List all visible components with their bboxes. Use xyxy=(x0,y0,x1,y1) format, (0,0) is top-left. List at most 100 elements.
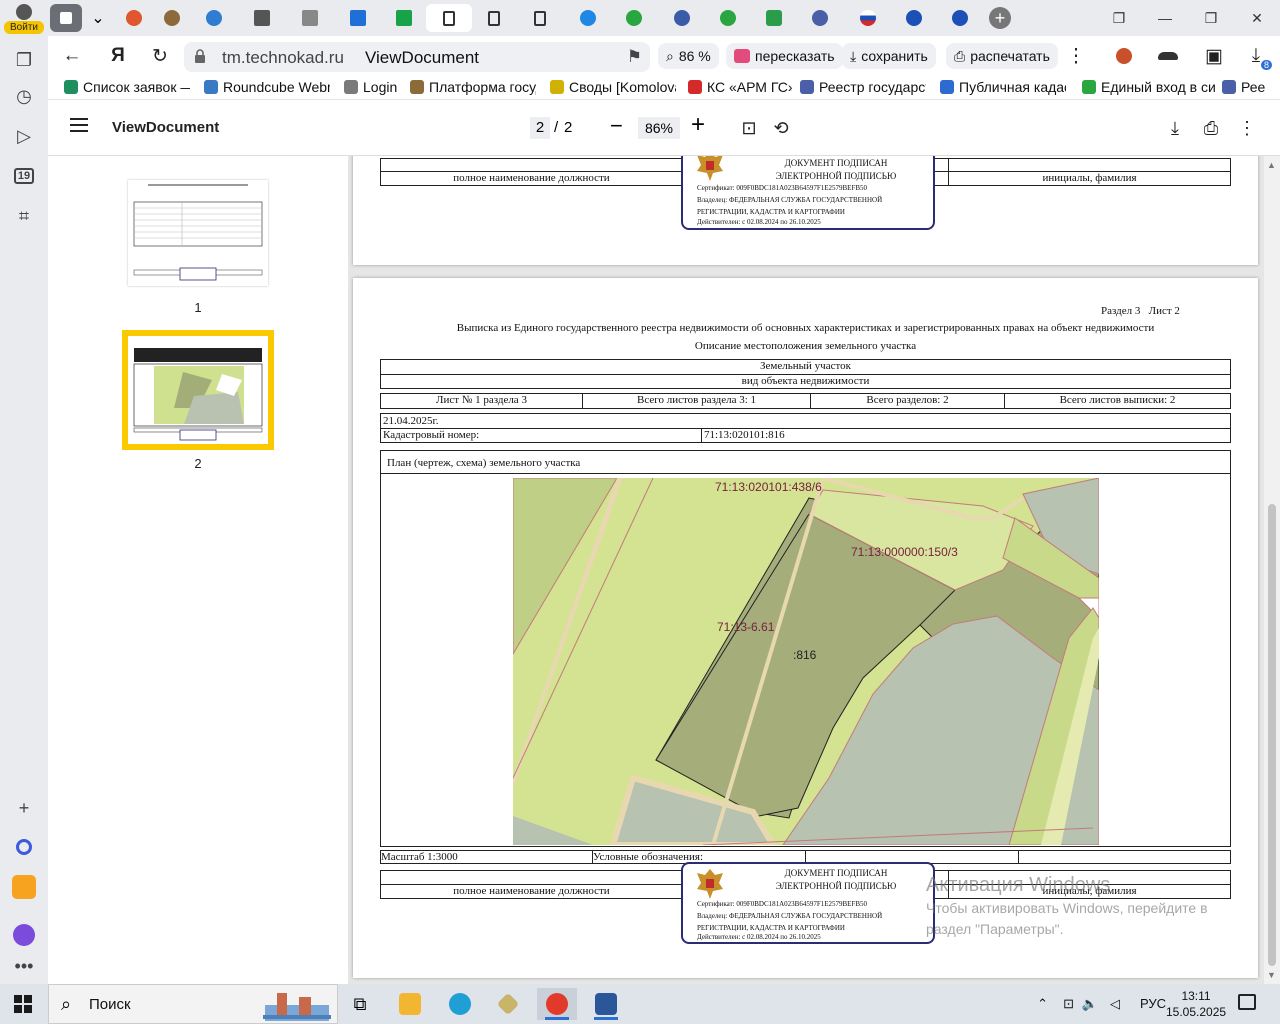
edge-icon[interactable] xyxy=(440,988,480,1020)
tab-audio[interactable] xyxy=(50,4,82,32)
download-icon[interactable]: ⤓ xyxy=(1164,117,1186,139)
volume-icon[interactable]: ◁ xyxy=(1110,996,1120,1012)
bookmark-item[interactable]: Список заявок — xyxy=(64,79,190,95)
zoom-input[interactable]: 86% xyxy=(638,117,680,139)
office-icon[interactable]: ▣ xyxy=(1202,44,1226,68)
tab-3[interactable] xyxy=(198,4,230,32)
video-icon[interactable]: ▷ xyxy=(8,120,40,152)
tab-17[interactable] xyxy=(852,4,884,32)
minimize-button[interactable]: — xyxy=(1142,0,1188,36)
bookmark-item[interactable]: Реестр государст xyxy=(800,79,926,95)
speaker-icon[interactable]: 🔈 xyxy=(1082,996,1098,1012)
tab-12[interactable] xyxy=(618,4,650,32)
thumbnail-page-1[interactable] xyxy=(128,180,268,286)
lock-icon xyxy=(195,49,205,63)
new-tab-button[interactable]: + xyxy=(984,4,1016,32)
tab-list-dropdown[interactable]: ⌄ xyxy=(82,4,114,32)
tab-10[interactable] xyxy=(524,4,556,32)
file-explorer-icon[interactable] xyxy=(390,988,430,1020)
page-number-input[interactable]: 2 xyxy=(530,117,550,139)
windows-start-button[interactable] xyxy=(14,995,32,1013)
retell-button[interactable]: пересказать xyxy=(726,43,843,69)
bookmark-item[interactable]: Login xyxy=(344,79,404,95)
close-window-button[interactable]: ✕ xyxy=(1234,0,1280,36)
tab-2[interactable] xyxy=(156,4,188,32)
bookmark-item[interactable]: Roundcube Webm xyxy=(204,79,330,95)
cadastral-map[interactable]: 71:13:020101:438/6 71:13:000000:150/3 71… xyxy=(513,478,1099,845)
thumbnail-preview xyxy=(133,184,263,281)
save-button[interactable]: ⤓ сохранить xyxy=(842,43,936,69)
assistant-icon[interactable] xyxy=(8,919,40,951)
bookmark-icon[interactable]: ⚑ xyxy=(627,47,642,67)
zoom-in-button[interactable]: + xyxy=(691,111,705,139)
profile-button[interactable]: Войти xyxy=(4,4,44,34)
yandex-browser-icon[interactable] xyxy=(537,988,577,1020)
more-vertical-icon[interactable]: ⋮ xyxy=(1064,44,1088,68)
back-icon[interactable]: ← xyxy=(60,44,84,68)
windows-taskbar: ⌕ Поиск ⧉ ⌃ ⊡ 🔈 ◁ РУС 13:11 15.05.2025 xyxy=(0,984,1280,1024)
reload-icon[interactable]: ↻ xyxy=(148,44,172,68)
chevron-up-icon[interactable]: ⌃ xyxy=(1037,996,1048,1012)
tab-19[interactable] xyxy=(944,4,976,32)
app-icon[interactable] xyxy=(488,988,528,1020)
print-icon[interactable]: ⎙ xyxy=(1200,117,1222,139)
more-icon[interactable]: ••• xyxy=(8,950,40,982)
tab-15[interactable] xyxy=(758,4,790,32)
bookmark-item[interactable]: Своды [Komolova xyxy=(550,79,676,95)
taskbar-search[interactable]: ⌕ Поиск xyxy=(48,984,338,1024)
thumbnail-page-2-selected[interactable] xyxy=(122,330,274,450)
task-view-icon[interactable]: ⧉ xyxy=(340,988,380,1020)
address-bar[interactable]: tm.technokad.ru ViewDocument ⚑ xyxy=(184,42,650,72)
downloads-icon[interactable]: ⤓ 8 xyxy=(1244,44,1272,70)
network-icon[interactable]: ⊡ xyxy=(1063,996,1074,1012)
tab-9[interactable] xyxy=(478,4,510,32)
tab-16[interactable] xyxy=(804,4,836,32)
rotate-icon[interactable]: ⟲ xyxy=(770,117,792,139)
tab-11[interactable] xyxy=(572,4,604,32)
scroll-up-icon[interactable]: ▲ xyxy=(1267,160,1276,170)
zoom-badge[interactable]: ⌕ 86 % xyxy=(658,43,719,69)
taskbar-clock[interactable]: 13:11 15.05.2025 xyxy=(1166,988,1226,1020)
tab-1[interactable] xyxy=(118,4,150,32)
notifications-icon[interactable] xyxy=(1238,994,1256,1010)
more-vertical-icon[interactable]: ⋮ xyxy=(1236,117,1258,139)
tab-18[interactable] xyxy=(898,4,930,32)
viewer-scrollbar[interactable]: ▲ ▼ xyxy=(1264,156,1280,984)
hat-icon[interactable] xyxy=(1156,44,1180,68)
tab-manager-icon[interactable]: ❐ xyxy=(1096,0,1142,36)
bookmark-item[interactable]: Публичная кадаст xyxy=(940,79,1066,95)
tab-13[interactable] xyxy=(666,4,698,32)
mail-icon[interactable] xyxy=(8,871,40,903)
tab-4[interactable] xyxy=(246,4,278,32)
add-panel-icon[interactable]: + xyxy=(8,792,40,824)
tab-5[interactable] xyxy=(294,4,326,32)
tab-strip: ⌄ + ❐ — ❐ ✕ xyxy=(48,0,1280,36)
tab-6[interactable] xyxy=(342,4,374,32)
tab-14[interactable] xyxy=(712,4,744,32)
yandex-icon[interactable]: Я xyxy=(106,44,130,68)
tab-7[interactable] xyxy=(388,4,420,32)
extension-icon[interactable] xyxy=(1112,44,1136,68)
calendar-icon[interactable]: 19 xyxy=(8,160,40,192)
scroll-down-icon[interactable]: ▼ xyxy=(1267,970,1276,980)
bookmark-item[interactable]: Рее xyxy=(1222,79,1274,95)
print-button[interactable]: ⎙ распечатать xyxy=(946,43,1058,69)
menu-icon[interactable] xyxy=(70,118,88,132)
history-icon[interactable]: ◷ xyxy=(8,80,40,112)
windows-activation-watermark: Активация Windows Чтобы активировать Win… xyxy=(926,874,1208,937)
plan-title: План (чертеж, схема) земельного участка xyxy=(381,451,1230,474)
bookmark-item[interactable]: Платформа госуд xyxy=(410,79,536,95)
alice-icon[interactable] xyxy=(8,831,40,863)
word-icon[interactable] xyxy=(586,988,626,1020)
collections-icon[interactable]: ❐ xyxy=(8,44,40,76)
tab-active-viewdocument[interactable] xyxy=(426,4,472,32)
bookmark-item[interactable]: КС «АРМ ГС» xyxy=(688,79,792,95)
screenshot-icon[interactable]: ⌗ xyxy=(8,200,40,232)
fit-page-icon[interactable]: ⊡ xyxy=(738,117,760,139)
restore-button[interactable]: ❐ xyxy=(1188,0,1234,36)
bookmark-item[interactable]: Единый вход в си xyxy=(1082,79,1218,95)
thumbnail-number: 1 xyxy=(194,300,202,315)
zoom-out-button[interactable]: − xyxy=(610,113,623,139)
input-language[interactable]: РУС xyxy=(1140,996,1166,1011)
scrollbar-thumb[interactable] xyxy=(1268,504,1276,966)
